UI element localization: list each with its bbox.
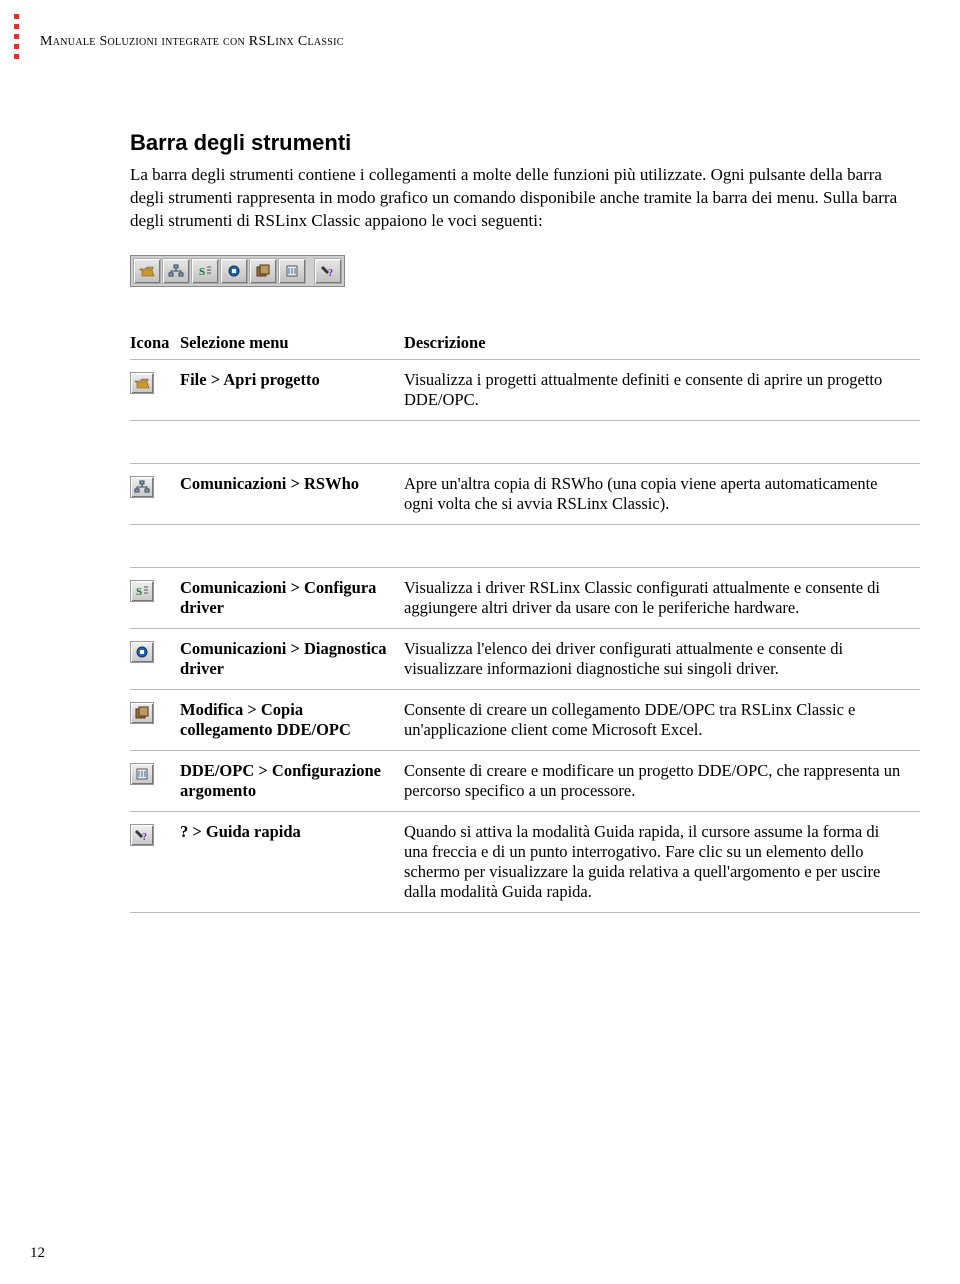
- table-row: File > Apri progetto Visualizza i proget…: [130, 359, 920, 420]
- description: Visualizza l'elenco dei driver configura…: [404, 628, 920, 689]
- col-header-icon: Icona: [130, 327, 180, 360]
- diagnostics-driver-icon: [130, 641, 154, 663]
- rswho-icon: [130, 476, 154, 498]
- menu-path: Comunicazioni > Diagnostica driver: [180, 628, 404, 689]
- configure-driver-icon: S: [191, 258, 219, 284]
- description: Quando si attiva la modalità Guida rapid…: [404, 811, 920, 912]
- menu-path: DDE/OPC > Configurazione argomento: [180, 750, 404, 811]
- running-header: Manuale Soluzioni integrate con RSLinx C…: [40, 34, 920, 50]
- description: Consente di creare e modificare un proge…: [404, 750, 920, 811]
- menu-path: File > Apri progetto: [180, 359, 404, 420]
- rswho-icon: [162, 258, 190, 284]
- menu-path: Modifica > Copia collegamento DDE/OPC: [180, 689, 404, 750]
- open-icon: [130, 372, 154, 394]
- col-header-desc: Descrizione: [404, 327, 920, 360]
- svg-text:S: S: [199, 266, 205, 278]
- ddeopc-config-icon: [278, 258, 306, 284]
- svg-text:?: ?: [142, 832, 147, 842]
- table-row: Comunicazioni > Diagnostica driver Visua…: [130, 628, 920, 689]
- diagnostics-driver-icon: [220, 258, 248, 284]
- table-row: ? ? > Guida rapida Quando si attiva la m…: [130, 811, 920, 912]
- description: Visualizza i progetti attualmente defini…: [404, 359, 920, 420]
- table-row: Comunicazioni > RSWho Apre un'altra copi…: [130, 463, 920, 524]
- table-row: DDE/OPC > Configurazione argomento Conse…: [130, 750, 920, 811]
- description: Apre un'altra copia di RSWho (una copia …: [404, 463, 920, 524]
- page-number: 12: [30, 1245, 45, 1262]
- toolbar-preview: S ?: [130, 255, 345, 287]
- help-icon: ?: [130, 824, 154, 846]
- table-row: S Comunicazioni > Configura driver Visua…: [130, 567, 920, 628]
- description: Visualizza i driver RSLinx Classic confi…: [404, 567, 920, 628]
- svg-text:?: ?: [328, 268, 333, 278]
- col-header-menu: Selezione menu: [180, 327, 404, 360]
- intro-paragraph: La barra degli strumenti contiene i coll…: [130, 164, 920, 233]
- description: Consente di creare un collegamento DDE/O…: [404, 689, 920, 750]
- svg-text:S: S: [136, 586, 142, 598]
- icon-description-table: Icona Selezione menu Descrizione File > …: [130, 327, 920, 913]
- menu-path: Comunicazioni > RSWho: [180, 463, 404, 524]
- ddeopc-config-icon: [130, 763, 154, 785]
- decorative-dots: [14, 14, 19, 59]
- table-row: Modifica > Copia collegamento DDE/OPC Co…: [130, 689, 920, 750]
- toolbar-separator: [307, 258, 313, 284]
- open-icon: [133, 258, 161, 284]
- copy-link-icon: [130, 702, 154, 724]
- menu-path: ? > Guida rapida: [180, 811, 404, 912]
- menu-path: Comunicazioni > Configura driver: [180, 567, 404, 628]
- copy-link-icon: [249, 258, 277, 284]
- configure-driver-icon: S: [130, 580, 154, 602]
- help-icon: ?: [314, 258, 342, 284]
- section-title: Barra degli strumenti: [130, 130, 920, 156]
